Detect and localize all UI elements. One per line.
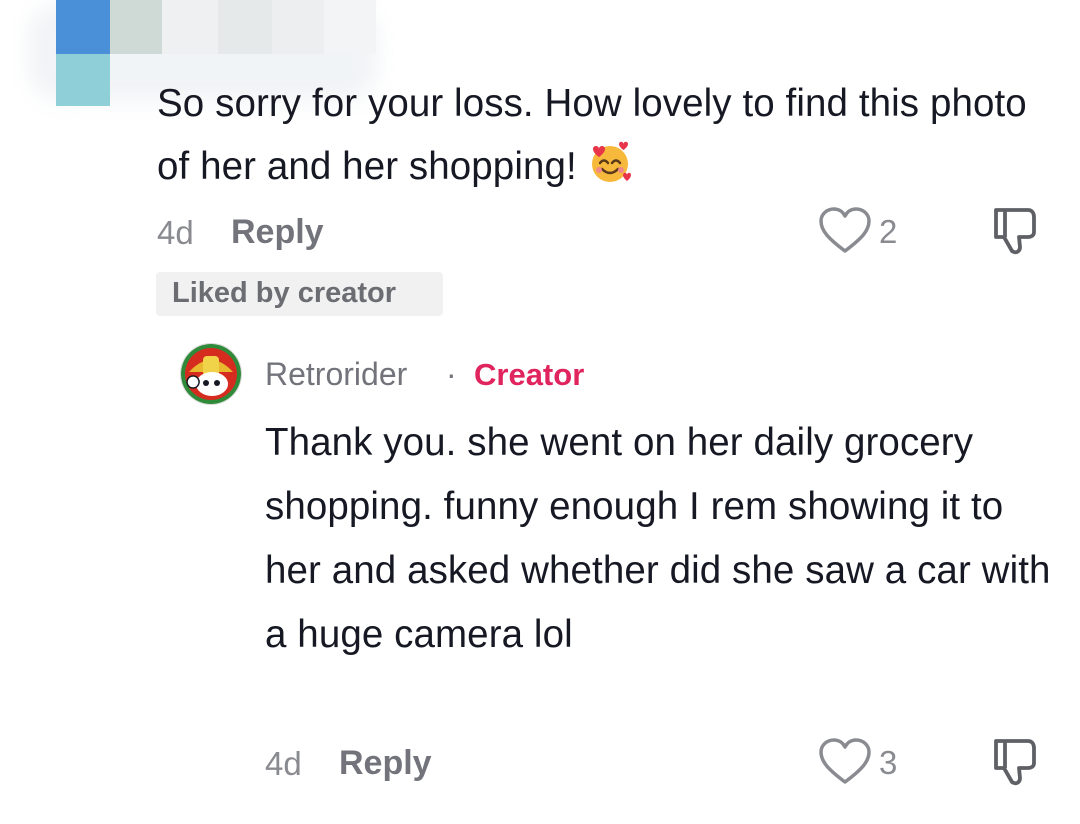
reply-username[interactable]: Retrorider xyxy=(265,356,407,393)
liked-by-creator-badge: Liked by creator xyxy=(156,272,443,316)
reply-text: Thank you. she went on her daily grocery… xyxy=(265,421,1051,656)
reply-reply-button[interactable]: Reply xyxy=(339,744,432,783)
smiling-face-with-hearts-icon xyxy=(587,139,633,185)
thumbs-down-icon xyxy=(990,208,1040,261)
comment-text: So sorry for your loss. How lovely to fi… xyxy=(157,82,1027,188)
comment-like-count: 2 xyxy=(879,213,898,250)
reply-like-count: 3 xyxy=(879,744,898,781)
liked-by-creator-label: Liked by creator xyxy=(172,277,397,309)
comment-age: 4d xyxy=(157,214,194,251)
reply-dislike-button[interactable] xyxy=(990,736,1040,788)
heart-icon xyxy=(817,738,873,791)
creator-badge: Creator xyxy=(474,357,585,392)
comment-like-button[interactable] xyxy=(817,206,873,256)
comment-reply-button[interactable]: Reply xyxy=(231,213,324,252)
comment-dislike-button[interactable] xyxy=(990,205,1040,257)
reply-age: 4d xyxy=(265,745,302,782)
heart-icon xyxy=(817,207,873,260)
separator-dot: · xyxy=(446,356,457,392)
avatar[interactable] xyxy=(180,343,242,405)
thumbs-down-icon xyxy=(990,739,1040,792)
reply-like-button[interactable] xyxy=(817,737,873,787)
